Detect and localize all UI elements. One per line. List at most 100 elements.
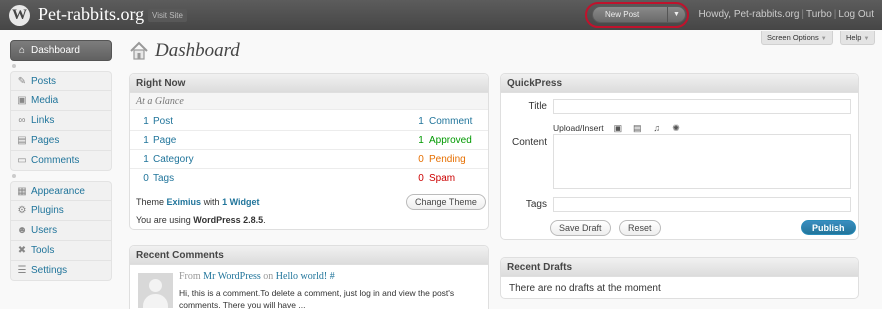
tag-count[interactable]: 0 (141, 169, 151, 188)
site-title[interactable]: Pet-rabbits.org (38, 4, 144, 25)
at-a-glance-subtitle: At a Glance (130, 93, 488, 110)
widget-title[interactable]: Recent Comments (130, 246, 488, 265)
no-drafts-message: There are no drafts at the moment (509, 283, 661, 294)
users-icon: ☻ (16, 225, 28, 236)
sidebar-item-appearance[interactable]: ▦ Appearance (10, 181, 112, 201)
spam-link[interactable]: Spam (429, 169, 455, 188)
favorite-actions-dropdown[interactable]: New Post ▼ (592, 6, 686, 23)
logout-link[interactable]: Log Out (838, 9, 874, 20)
sidebar-item-media[interactable]: ▣ Media (10, 91, 112, 111)
from-text: From (179, 271, 201, 282)
pin-icon: ✎ (17, 76, 27, 87)
categories-link[interactable]: Category (153, 150, 194, 169)
dashboard-home-icon (130, 41, 148, 60)
user-profile-link[interactable]: Pet-rabbits.org (734, 9, 800, 20)
turbo-link[interactable]: Turbo (806, 9, 832, 20)
category-count[interactable]: 1 (141, 150, 151, 169)
pending-count[interactable]: 0 (416, 150, 426, 169)
comment-author-link[interactable]: Mr WordPress (203, 271, 261, 282)
tags-link[interactable]: Tags (153, 169, 174, 188)
media-icon[interactable]: ✺ (671, 124, 681, 133)
recent-drafts-widget: Recent Drafts There are no drafts at the… (500, 257, 859, 299)
post-count[interactable]: 1 (141, 112, 151, 131)
menu-separator (10, 61, 112, 71)
widget-title[interactable]: Recent Drafts (501, 258, 858, 277)
link-icon: ∞ (18, 115, 26, 126)
chevron-down-icon[interactable]: ▼ (667, 7, 685, 22)
home-icon: ⌂ (18, 45, 26, 56)
audio-icon[interactable]: ♫ (652, 124, 662, 133)
table-row: 1 Post 1 Comment (130, 112, 488, 131)
sidebar-item-plugins[interactable]: ⚙ Plugins (10, 201, 112, 221)
sidebar-item-tools[interactable]: ✖ Tools (10, 241, 112, 261)
approved-count[interactable]: 1 (416, 131, 426, 150)
comment-permalink[interactable]: # (330, 271, 335, 282)
page-count[interactable]: 1 (141, 131, 151, 150)
sidebar-item-label: Appearance (31, 186, 85, 197)
tags-input[interactable] (553, 197, 851, 212)
widget-title[interactable]: Right Now (130, 74, 488, 93)
table-row: 1 Category 0 Pending (130, 150, 488, 169)
help-tab[interactable]: Help ▼ (840, 31, 876, 45)
tags-label: Tags (525, 199, 547, 210)
sidebar-item-settings[interactable]: ☰ Settings (10, 261, 112, 281)
theme-info: Theme Eximius with 1 Widget (136, 197, 260, 207)
theme-link[interactable]: Eximius (167, 197, 202, 207)
page-title: Dashboard (155, 40, 240, 61)
media-icon: ▣ (17, 95, 27, 106)
comment-post-link[interactable]: Hello world! (276, 271, 327, 282)
sidebar-item-comments[interactable]: ▭ Comments (10, 151, 112, 171)
screen-options-tab[interactable]: Screen Options ▼ (761, 31, 833, 45)
menu-separator (10, 171, 112, 181)
reset-button[interactable]: Reset (619, 220, 661, 236)
upload-insert-bar: Upload/Insert ▣ ▤ ♫ ✺ (553, 123, 681, 133)
sidebar-item-label: Settings (31, 265, 68, 276)
image-icon[interactable]: ▣ (613, 124, 623, 133)
screen-options-label: Screen Options (767, 33, 819, 42)
comments-link[interactable]: Comment (429, 112, 472, 131)
version-info: You are using WordPress 2.8.5. (136, 215, 266, 225)
greeting-text: Howdy, (698, 9, 732, 20)
sidebar-item-label: Posts (31, 76, 57, 87)
approved-link[interactable]: Approved (429, 131, 472, 150)
widget-title[interactable]: QuickPress (501, 74, 858, 93)
sidebar-item-label: Users (31, 225, 58, 236)
content-label: Content (511, 137, 547, 148)
wordpress-version: WordPress 2.8.5 (193, 215, 264, 225)
sidebar-item-dashboard[interactable]: ⌂ Dashboard (10, 40, 112, 61)
sidebar-item-users[interactable]: ☻ Users (10, 221, 112, 241)
sidebar-item-label: Links (31, 115, 55, 126)
sidebar-item-posts[interactable]: ✎ Posts (10, 71, 112, 91)
video-icon[interactable]: ▤ (632, 124, 642, 133)
publish-button[interactable]: Publish (801, 220, 856, 235)
pending-link[interactable]: Pending (429, 150, 466, 169)
avatar (138, 273, 173, 308)
stats-table: 1 Post 1 Comment 1 Page 1 Approved 1 Cat… (130, 112, 488, 188)
posts-link[interactable]: Post (153, 112, 173, 131)
change-theme-button[interactable]: Change Theme (406, 194, 486, 210)
admin-header: W Pet-rabbits.org Visit Site New Post ▼ … (0, 0, 882, 30)
save-draft-button[interactable]: Save Draft (550, 220, 611, 236)
appearance-icon: ▦ (17, 186, 27, 197)
theme-with: with (203, 197, 220, 207)
version-prefix: You are using (136, 215, 191, 225)
comments-icon: ▭ (17, 155, 27, 166)
version-suffix: . (263, 215, 266, 225)
sidebar-item-label: Pages (31, 135, 60, 146)
sidebar-item-label: Media (31, 95, 59, 106)
chevron-down-icon: ▼ (863, 36, 870, 42)
comment-count[interactable]: 1 (416, 112, 426, 131)
visit-site-button[interactable]: Visit Site (148, 9, 187, 22)
spam-count[interactable]: 0 (416, 169, 426, 188)
title-input[interactable] (553, 99, 851, 114)
content-textarea[interactable] (553, 134, 851, 189)
sidebar-item-pages[interactable]: ▤ Pages (10, 131, 112, 151)
comment-excerpt: Hi, this is a comment.To delete a commen… (179, 288, 455, 309)
new-post-button[interactable]: New Post (605, 7, 639, 22)
pages-link[interactable]: Page (153, 131, 176, 150)
plugins-icon: ⚙ (17, 205, 27, 216)
widgets-link[interactable]: 1 Widget (222, 197, 259, 207)
title-label: Title (528, 101, 547, 112)
sidebar-item-links[interactable]: ∞ Links (10, 111, 112, 131)
theme-prefix: Theme (136, 197, 165, 207)
